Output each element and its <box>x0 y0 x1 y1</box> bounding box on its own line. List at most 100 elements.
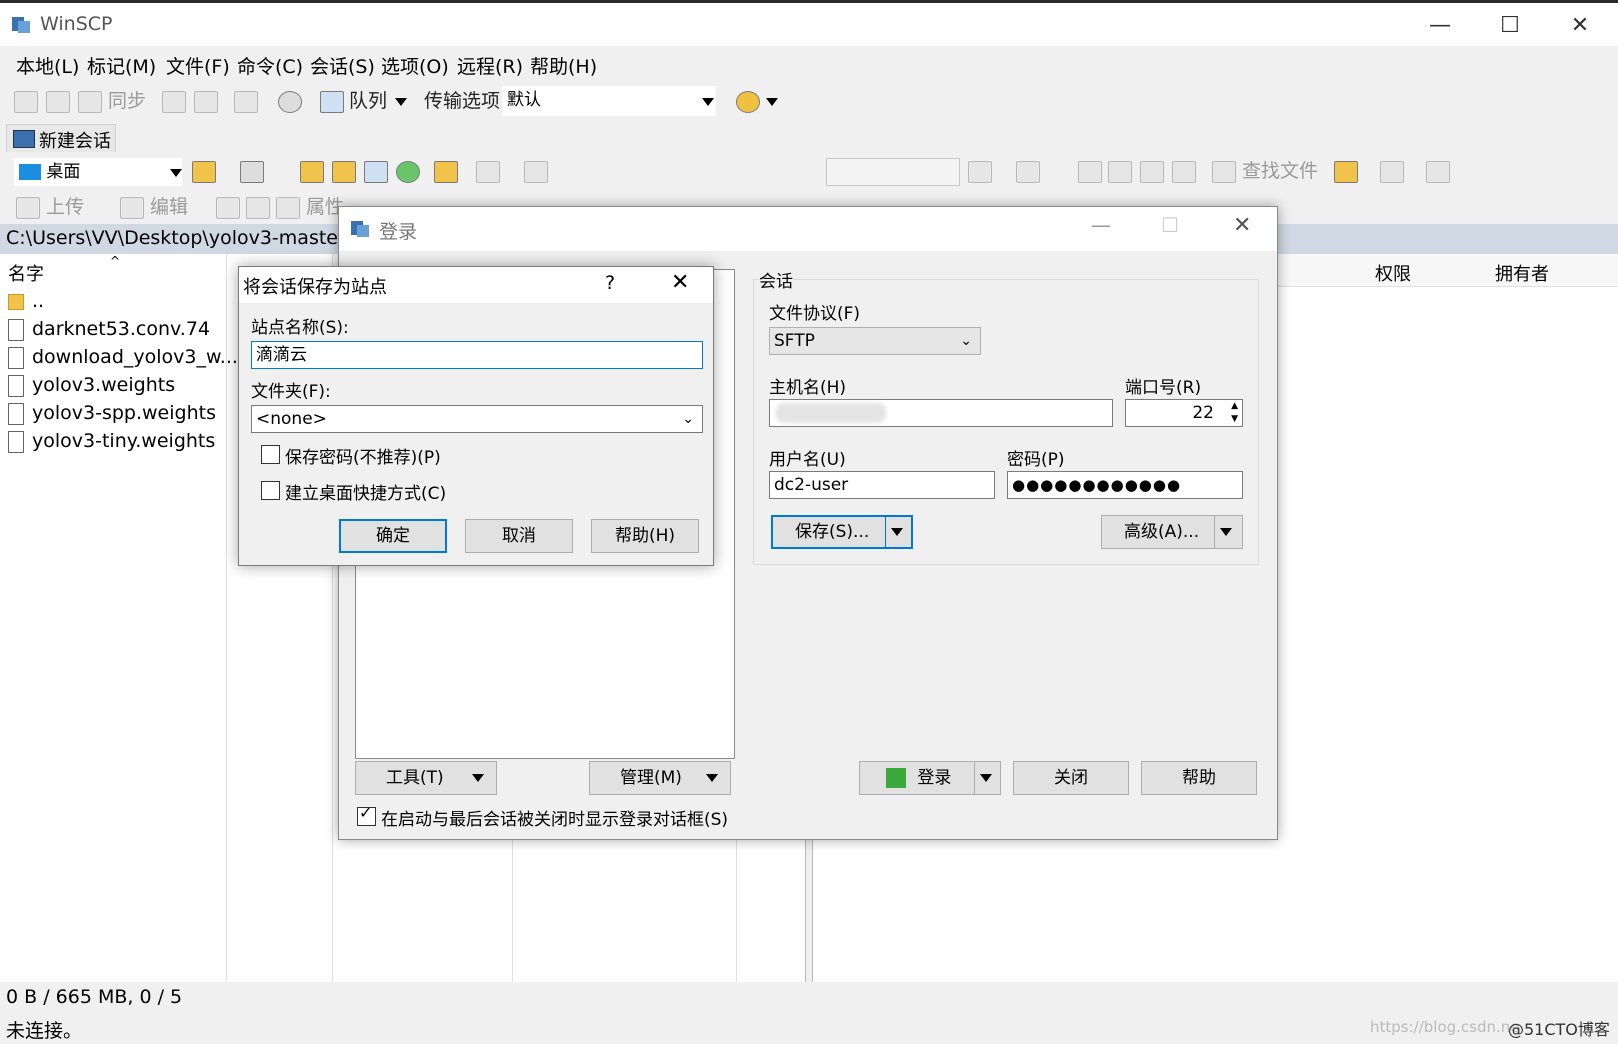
chevron-down-icon[interactable] <box>891 528 903 536</box>
spin-up-icon[interactable]: ▲ <box>1231 400 1238 412</box>
chevron-down-icon[interactable] <box>766 98 778 106</box>
watermark-text: https://blog.csdn.ne <box>1370 1018 1520 1036</box>
edit-icon[interactable] <box>120 197 144 219</box>
home-icon[interactable] <box>364 161 388 183</box>
upload-icon[interactable] <box>16 197 40 219</box>
queue-button[interactable]: 队列 <box>349 88 387 114</box>
manage-button[interactable]: 管理(M) <box>589 761 731 795</box>
login-button[interactable]: 登录 <box>859 761 1001 795</box>
search-icon[interactable] <box>1212 161 1236 183</box>
root-directory-icon[interactable] <box>332 161 356 183</box>
menu-file[interactable]: 文件(F) <box>166 52 230 79</box>
ok-button[interactable]: 确定 <box>339 519 447 553</box>
queue-icon[interactable] <box>320 91 344 113</box>
save-password-checkbox[interactable] <box>261 445 280 464</box>
synchronize-browse-icon[interactable] <box>46 91 70 113</box>
remote-drive-select[interactable] <box>826 158 960 186</box>
show-on-startup-checkbox[interactable]: ✓ <box>357 803 376 826</box>
menu-mark[interactable]: 标记(M) <box>87 52 156 79</box>
back-arrow-icon[interactable] <box>476 161 500 183</box>
forward-arrow-icon[interactable] <box>524 161 548 183</box>
transfer-icon[interactable] <box>234 91 258 113</box>
forward-arrow-icon[interactable] <box>1426 161 1450 183</box>
help-icon[interactable]: ? <box>605 272 615 294</box>
terminal-icon[interactable] <box>162 91 186 113</box>
close-button[interactable]: ✕ <box>1550 9 1610 43</box>
parent-directory-icon[interactable] <box>300 161 324 183</box>
maximize-button[interactable]: ☐ <box>1161 213 1179 237</box>
help-button[interactable]: 帮助(H) <box>591 519 699 553</box>
parent-directory-icon[interactable] <box>1078 161 1102 183</box>
file-row[interactable]: .. <box>8 288 44 314</box>
refresh-icon[interactable] <box>396 161 420 183</box>
host-input[interactable] <box>769 399 1113 427</box>
password-input[interactable]: ●●●●●●●●●●●● <box>1007 471 1243 499</box>
column-owner-header[interactable]: 拥有者 <box>1495 260 1549 286</box>
tools-button[interactable]: 工具(T) <box>355 761 497 795</box>
filter-icon[interactable] <box>240 161 264 183</box>
advanced-button[interactable]: 高级(A)... <box>1101 515 1243 549</box>
globe-icon[interactable] <box>736 91 760 113</box>
close-icon[interactable]: ✕ <box>671 270 689 295</box>
menu-local[interactable]: 本地(L) <box>16 52 79 79</box>
site-name-input[interactable]: 滴滴云 <box>251 341 703 369</box>
menu-options[interactable]: 选项(O) <box>381 52 449 79</box>
file-row[interactable]: yolov3-spp.weights <box>8 400 216 426</box>
menu-command[interactable]: 命令(C) <box>237 52 303 79</box>
back-arrow-icon[interactable] <box>1380 161 1404 183</box>
root-directory-icon[interactable] <box>1108 161 1132 183</box>
sync-icon[interactable] <box>78 91 102 113</box>
tree-icon[interactable] <box>434 161 458 183</box>
chevron-down-icon[interactable] <box>980 774 992 782</box>
delete-icon[interactable] <box>216 197 240 219</box>
file-row[interactable]: yolov3.weights <box>8 372 175 398</box>
local-drive-select[interactable]: 桌面 <box>14 158 182 186</box>
menu-remote[interactable]: 远程(R) <box>457 52 523 79</box>
open-folder-icon[interactable] <box>192 161 216 183</box>
port-input[interactable]: 22 ▲ ▼ <box>1125 399 1243 427</box>
help-button[interactable]: 帮助 <box>1141 761 1257 795</box>
spin-down-icon[interactable]: ▼ <box>1231 413 1238 425</box>
cancel-button[interactable]: 取消 <box>465 519 573 553</box>
close-button[interactable]: ✕ <box>1233 213 1251 238</box>
minimize-button[interactable]: — <box>1410 9 1470 43</box>
upload-button[interactable]: 上传 <box>46 194 84 220</box>
gear-icon[interactable] <box>278 91 302 113</box>
column-permissions-header[interactable]: 权限 <box>1375 260 1411 286</box>
username-input[interactable]: dc2-user <box>769 471 995 499</box>
chevron-down-icon[interactable] <box>472 774 484 782</box>
chevron-down-icon[interactable] <box>702 98 714 106</box>
sync-button[interactable]: 同步 <box>108 88 146 114</box>
chevron-down-icon[interactable] <box>170 169 182 177</box>
file-icon <box>8 374 24 397</box>
putty-icon[interactable] <box>194 91 218 113</box>
file-row[interactable]: yolov3-tiny.weights <box>8 428 215 454</box>
compare-icon[interactable] <box>14 91 38 113</box>
edit-button[interactable]: 编辑 <box>150 194 188 220</box>
find-files-button[interactable]: 查找文件 <box>1242 158 1318 184</box>
chevron-down-icon[interactable] <box>1220 528 1232 536</box>
open-folder-icon[interactable] <box>968 161 992 183</box>
filter-icon[interactable] <box>1016 161 1040 183</box>
desktop-shortcut-checkbox[interactable] <box>261 481 280 500</box>
file-row[interactable]: download_yolov3_w... <box>8 344 238 370</box>
home-icon[interactable] <box>1140 161 1164 183</box>
maximize-button[interactable]: ☐ <box>1480 9 1540 43</box>
chevron-down-icon[interactable] <box>395 98 407 106</box>
file-row[interactable]: darknet53.conv.74 <box>8 316 210 342</box>
protocol-select[interactable]: SFTP ⌄ <box>769 327 981 355</box>
save-session-button[interactable]: 保存(S)... <box>771 515 913 549</box>
close-dialog-button[interactable]: 关闭 <box>1013 761 1129 795</box>
tree-icon[interactable] <box>1334 161 1358 183</box>
transfer-options-select[interactable]: 默认 <box>502 86 716 116</box>
rename-icon[interactable] <box>246 197 270 219</box>
folder-select[interactable]: <none> ⌄ <box>251 405 703 433</box>
refresh-icon[interactable] <box>1172 161 1196 183</box>
properties-icon[interactable] <box>276 197 300 219</box>
tab-new-session[interactable]: 新建会话 <box>6 124 116 152</box>
menu-session[interactable]: 会话(S) <box>310 52 375 79</box>
menu-help[interactable]: 帮助(H) <box>530 52 597 79</box>
chevron-down-icon[interactable] <box>706 774 718 782</box>
minimize-button[interactable]: — <box>1091 213 1111 237</box>
column-name-header[interactable]: 名字 <box>8 260 44 286</box>
